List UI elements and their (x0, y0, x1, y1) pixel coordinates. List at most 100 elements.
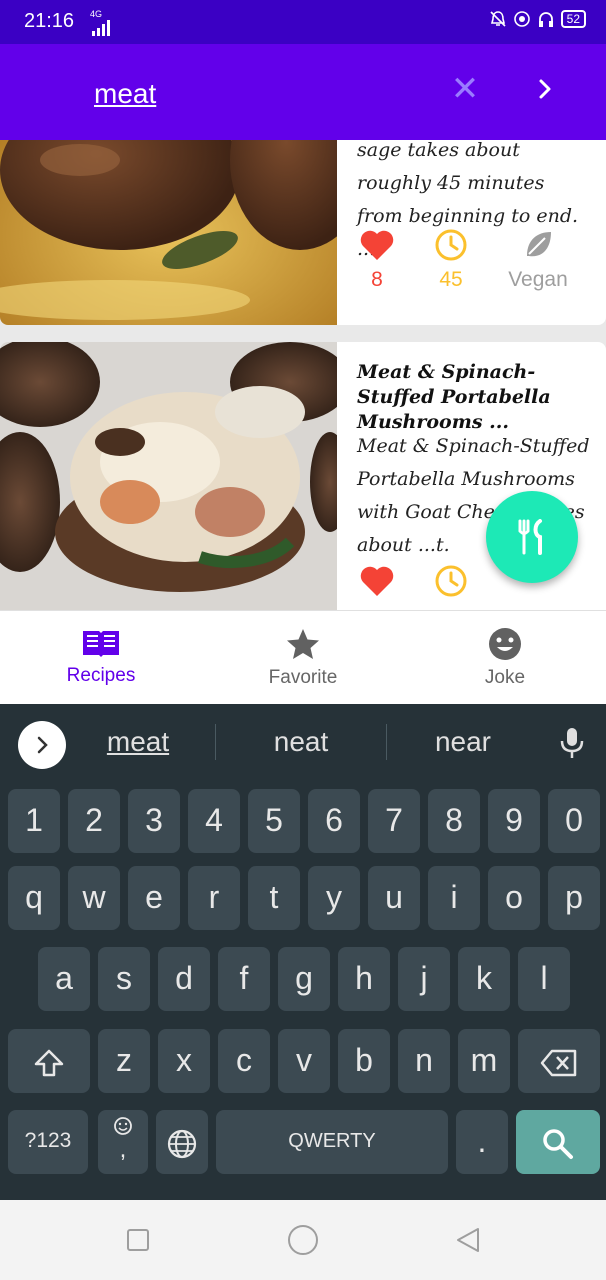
key[interactable]: k (458, 947, 510, 1011)
nav-joke[interactable]: Joke (404, 611, 606, 705)
status-icons: 52 (489, 10, 586, 28)
key[interactable]: t (248, 866, 300, 930)
key[interactable]: 2 (68, 789, 120, 853)
symbols-key[interactable]: ?123 (8, 1110, 88, 1174)
key[interactable]: o (488, 866, 540, 930)
shift-key[interactable] (8, 1029, 90, 1093)
suggestion[interactable]: meat (58, 726, 218, 758)
suggestion-bar: meat neat near (0, 704, 606, 782)
microphone-icon[interactable] (558, 726, 586, 760)
time-stat (411, 564, 491, 598)
back-icon[interactable] (454, 1226, 482, 1254)
heart-icon (360, 230, 394, 260)
search-key[interactable] (516, 1110, 600, 1174)
status-bar: 21:16 4G 52 (0, 0, 606, 44)
key[interactable]: d (158, 947, 210, 1011)
key[interactable]: q (8, 866, 60, 930)
space-key[interactable]: QWERTY (216, 1110, 448, 1174)
recipe-image (0, 140, 337, 325)
emoji-comma-key[interactable]: , (98, 1110, 148, 1174)
nav-favorite[interactable]: Favorite (202, 611, 404, 705)
key[interactable]: 6 (308, 789, 360, 853)
recipe-card[interactable]: sage takes about roughly 45 minutes from… (0, 140, 606, 325)
fork-knife-fab[interactable] (486, 491, 578, 583)
key[interactable]: y (308, 866, 360, 930)
soft-keyboard: meat neat near 1 2 3 4 5 6 7 8 9 0 q w e… (0, 704, 606, 1200)
key[interactable]: g (278, 947, 330, 1011)
backspace-key[interactable] (518, 1029, 600, 1093)
diet-stat: Vegan (497, 228, 579, 292)
search-input[interactable]: meat (94, 78, 156, 110)
backspace-icon (540, 1049, 577, 1076)
likes-count: 8 (371, 268, 383, 291)
likes-stat (337, 564, 417, 598)
network-type: 4G (90, 9, 103, 19)
key[interactable]: i (428, 866, 480, 930)
key[interactable]: e (128, 866, 180, 930)
shift-icon (34, 1049, 64, 1076)
status-time: 21:16 (24, 10, 75, 32)
minutes-count: 45 (439, 268, 463, 291)
data-saver-icon (513, 11, 530, 27)
leaf-icon (527, 232, 551, 257)
nav-recipes[interactable]: Recipes (0, 611, 202, 705)
key[interactable]: n (398, 1029, 450, 1093)
home-icon[interactable] (287, 1224, 319, 1256)
smile-icon (489, 628, 521, 660)
recipe-title: Meat & Spinach-Stuffed Portabella Mushro… (357, 361, 551, 433)
globe-icon (167, 1129, 197, 1158)
heart-icon (360, 566, 394, 596)
key[interactable]: u (368, 866, 420, 930)
key[interactable]: j (398, 947, 450, 1011)
key[interactable]: 8 (428, 789, 480, 853)
key[interactable]: 3 (128, 789, 180, 853)
diet-label: Vegan (508, 268, 568, 291)
recipe-list[interactable]: sage takes about roughly 45 minutes from… (0, 140, 606, 610)
key[interactable]: p (548, 866, 600, 930)
key[interactable]: 1 (8, 789, 60, 853)
key[interactable]: 7 (368, 789, 420, 853)
key[interactable]: 9 (488, 789, 540, 853)
chevron-right-icon[interactable] (530, 74, 560, 104)
suggestion[interactable]: near (383, 726, 543, 758)
emoji-icon (114, 1117, 132, 1135)
clear-icon[interactable]: ✕ (450, 72, 480, 106)
key[interactable]: s (98, 947, 150, 1011)
key[interactable]: f (218, 947, 270, 1011)
search-app-bar: meat ✕ (0, 44, 606, 140)
key[interactable]: 4 (188, 789, 240, 853)
key[interactable]: . (456, 1110, 508, 1174)
key[interactable]: 5 (248, 789, 300, 853)
key[interactable]: l (518, 947, 570, 1011)
key[interactable]: h (338, 947, 390, 1011)
time-stat: 45 (411, 228, 491, 292)
key[interactable]: r (188, 866, 240, 930)
key[interactable]: 0 (548, 789, 600, 853)
language-key[interactable] (156, 1110, 208, 1174)
chevron-right-icon (37, 736, 48, 754)
recipe-info: Meat & Spinach-Stuffed Portabella Mushro… (337, 342, 606, 610)
key[interactable]: w (68, 866, 120, 930)
recents-icon[interactable] (126, 1228, 150, 1252)
key[interactable]: z (98, 1029, 150, 1093)
signal-icon (92, 20, 110, 36)
key[interactable]: b (338, 1029, 390, 1093)
headphones-icon (538, 12, 553, 27)
bottom-navigation: Recipes Favorite Joke (0, 610, 606, 704)
nav-label: Joke (484, 667, 526, 688)
nav-label: Recipes (66, 665, 136, 686)
clock-icon (435, 565, 467, 597)
key[interactable]: x (158, 1029, 210, 1093)
key[interactable]: m (458, 1029, 510, 1093)
nav-label: Favorite (268, 667, 338, 688)
system-navigation-bar (0, 1200, 606, 1280)
suggestion[interactable]: neat (221, 726, 381, 758)
key[interactable]: v (278, 1029, 330, 1093)
search-icon (543, 1128, 573, 1159)
recipe-info: sage takes about roughly 45 minutes from… (337, 140, 606, 325)
mute-bell-icon (490, 11, 506, 27)
key[interactable]: c (218, 1029, 270, 1093)
likes-stat: 8 (337, 228, 417, 292)
recipe-image (0, 342, 337, 610)
key[interactable]: a (38, 947, 90, 1011)
